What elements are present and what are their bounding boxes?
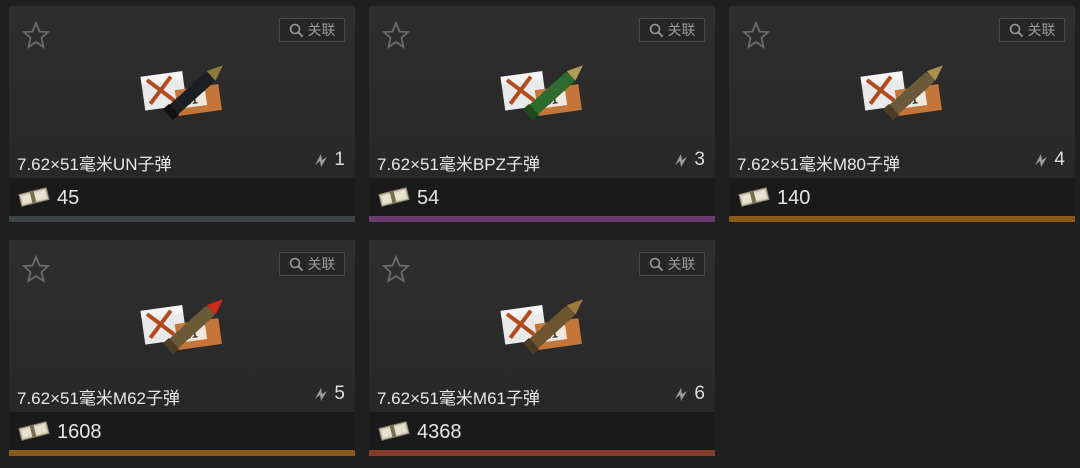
star-icon[interactable]: [21, 254, 51, 284]
price-bar: 1608: [9, 412, 355, 450]
search-icon: [289, 23, 303, 37]
ammo-price: 45: [57, 187, 80, 209]
rarity-bar: [9, 216, 355, 222]
relate-button[interactable]: 关联: [279, 252, 345, 276]
relate-button[interactable]: 关联: [639, 18, 705, 42]
money-icon: [378, 421, 410, 441]
stack-icon: [675, 388, 688, 401]
relate-button[interactable]: 关联: [999, 18, 1065, 42]
rarity-bar: [369, 216, 715, 222]
money-icon: [18, 421, 50, 441]
relate-label: 关联: [307, 256, 336, 272]
rarity-bar: [729, 216, 1075, 222]
ammo-count: 6: [672, 383, 705, 405]
ammo-name: 7.62×51毫米M80子弹: [737, 155, 900, 174]
price-bar: 54: [369, 178, 715, 216]
search-icon: [649, 257, 663, 271]
stack-icon: [1035, 154, 1048, 167]
relate-button[interactable]: 关联: [279, 18, 345, 42]
relate-label: 关联: [1027, 22, 1056, 38]
ammo-price: 140: [777, 187, 811, 209]
star-icon[interactable]: [21, 20, 51, 50]
ammo-grid: 关联 51 7.62×51毫米UN子弹 1 4: [0, 0, 1080, 468]
ammo-card[interactable]: 关联 51 7.62×51毫米BPZ子弹 3: [369, 6, 715, 222]
ammo-count: 5: [312, 383, 345, 405]
ammo-image: 51: [860, 65, 944, 121]
ammo-name: 7.62×51毫米M62子弹: [17, 389, 180, 408]
star-icon[interactable]: [381, 254, 411, 284]
ammo-price: 4368: [417, 421, 462, 443]
rarity-bar: [9, 450, 355, 456]
search-icon: [289, 257, 303, 271]
ammo-image: 51: [140, 65, 224, 121]
stack-icon: [315, 388, 328, 401]
ammo-price: 1608: [57, 421, 102, 443]
ammo-image: 51: [140, 299, 224, 355]
rarity-bar: [369, 450, 715, 456]
ammo-image: 51: [500, 299, 584, 355]
ammo-count: 1: [312, 149, 345, 171]
price-bar: 45: [9, 178, 355, 216]
stack-icon: [675, 154, 688, 167]
money-icon: [738, 187, 770, 207]
ammo-count: 3: [672, 149, 705, 171]
star-icon[interactable]: [741, 20, 771, 50]
price-bar: 140: [729, 178, 1075, 216]
ammo-name: 7.62×51毫米UN子弹: [17, 155, 172, 174]
ammo-price: 54: [417, 187, 440, 209]
ammo-card[interactable]: 关联 51 7.62×51毫米M62子弹 5: [9, 240, 355, 456]
relate-button[interactable]: 关联: [639, 252, 705, 276]
ammo-name: 7.62×51毫米BPZ子弹: [377, 155, 540, 174]
search-icon: [649, 23, 663, 37]
ammo-card[interactable]: 关联 51 7.62×51毫米M61子弹 6: [369, 240, 715, 456]
money-icon: [378, 187, 410, 207]
relate-label: 关联: [667, 256, 696, 272]
stack-icon: [315, 154, 328, 167]
star-icon[interactable]: [381, 20, 411, 50]
relate-label: 关联: [667, 22, 696, 38]
price-bar: 4368: [369, 412, 715, 450]
money-icon: [18, 187, 50, 207]
ammo-count: 4: [1032, 149, 1065, 171]
ammo-card[interactable]: 关联 51 7.62×51毫米M80子弹 4: [729, 6, 1075, 222]
ammo-image: 51: [500, 65, 584, 121]
search-icon: [1009, 23, 1023, 37]
ammo-name: 7.62×51毫米M61子弹: [377, 389, 540, 408]
relate-label: 关联: [307, 22, 336, 38]
ammo-card[interactable]: 关联 51 7.62×51毫米UN子弹 1 4: [9, 6, 355, 222]
